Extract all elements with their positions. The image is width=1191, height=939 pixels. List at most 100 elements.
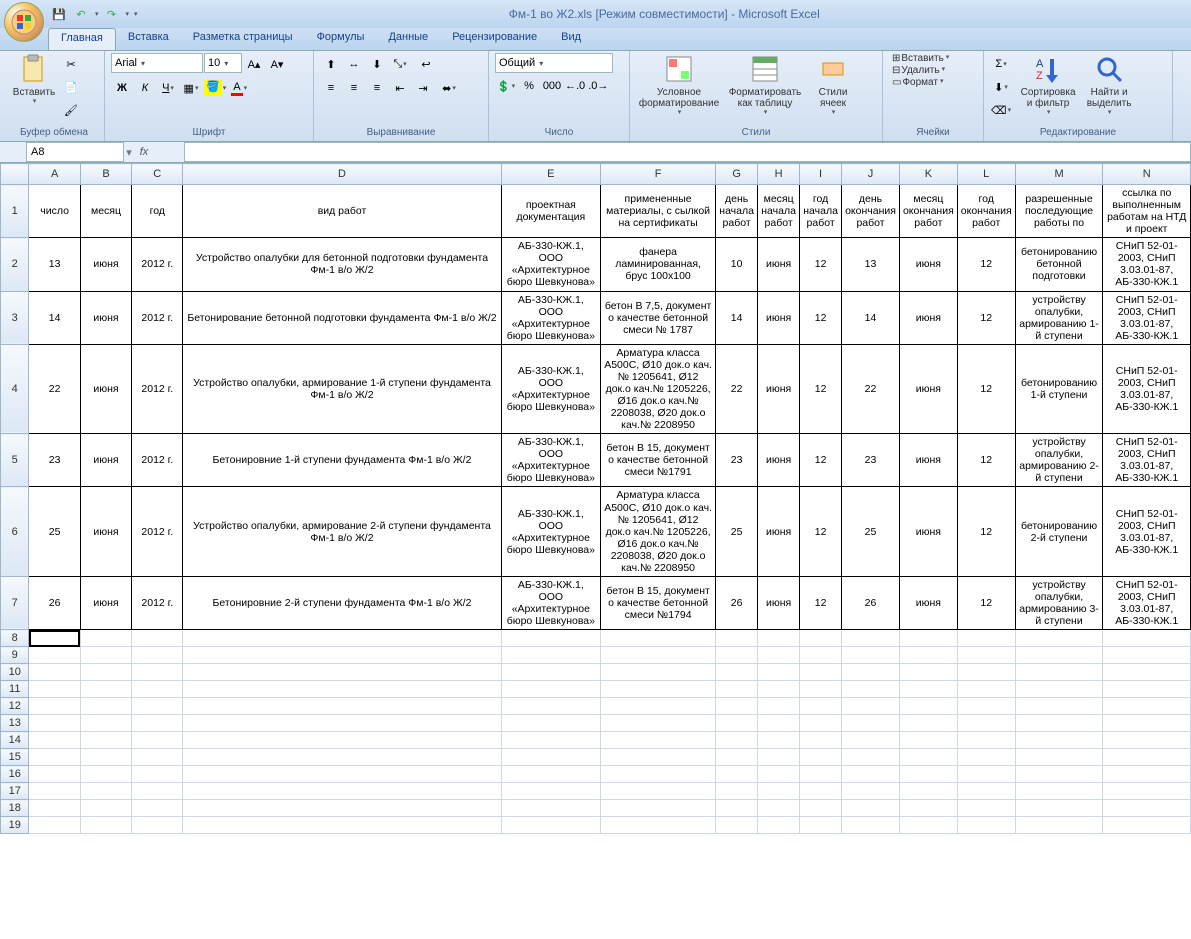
tab-3[interactable]: Формулы [305,28,377,50]
empty-cell[interactable] [758,732,800,749]
empty-cell[interactable] [132,715,183,732]
row-header-6[interactable]: 6 [1,487,29,576]
data-cell[interactable]: Устройство опалубки, армирование 1-й сту… [183,344,501,433]
empty-cell[interactable] [899,630,957,647]
empty-cell[interactable] [80,681,131,698]
data-cell[interactable]: 22 [716,344,758,433]
empty-cell[interactable] [800,715,842,732]
indent-increase-icon[interactable]: ⇥ [412,77,434,99]
font-size-combo[interactable]: 10▾ [204,53,242,73]
empty-cell[interactable] [800,664,842,681]
empty-cell[interactable] [842,715,900,732]
row-header-4[interactable]: 4 [1,344,29,433]
data-cell[interactable]: бетонированию 2-й ступени [1015,487,1103,576]
data-cell[interactable]: 12 [957,434,1015,487]
data-cell[interactable]: 12 [957,576,1015,629]
col-header-F[interactable]: F [601,164,716,185]
data-cell[interactable]: 25 [842,487,900,576]
data-cell[interactable]: июня [758,576,800,629]
tab-4[interactable]: Данные [376,28,440,50]
table-header-cell[interactable]: проектная документация [501,185,600,238]
data-cell[interactable]: 2012 г. [132,487,183,576]
undo-icon[interactable]: ↶ [72,5,90,23]
data-cell[interactable]: 12 [800,434,842,487]
empty-cell[interactable] [501,698,600,715]
col-header-J[interactable]: J [842,164,900,185]
empty-cell[interactable] [501,766,600,783]
empty-cell[interactable] [716,800,758,817]
empty-cell[interactable] [29,664,80,681]
row-header-10[interactable]: 10 [1,664,29,681]
data-cell[interactable]: 2012 г. [132,434,183,487]
empty-cell[interactable] [501,681,600,698]
empty-cell[interactable] [716,766,758,783]
empty-cell[interactable] [842,732,900,749]
row-header-9[interactable]: 9 [1,647,29,664]
empty-cell[interactable] [80,783,131,800]
data-cell[interactable]: июня [758,344,800,433]
empty-cell[interactable] [1015,817,1103,834]
empty-cell[interactable] [132,664,183,681]
table-header-cell[interactable]: день начала работ [716,185,758,238]
data-cell[interactable]: бетонированию бетонной подготовки [1015,238,1103,291]
data-cell[interactable]: фанера ламинированная, брус 100х100 [601,238,716,291]
empty-cell[interactable] [501,800,600,817]
empty-cell[interactable] [601,766,716,783]
row-header-13[interactable]: 13 [1,715,29,732]
table-header-cell[interactable]: примененные материалы, с сылкой на серти… [601,185,716,238]
empty-cell[interactable] [716,630,758,647]
data-cell[interactable]: июня [80,344,131,433]
data-cell[interactable]: 2012 г. [132,238,183,291]
data-cell[interactable]: 10 [716,238,758,291]
fx-icon[interactable]: fx [134,146,154,158]
data-cell[interactable]: бетон В 15, документ о качестве бетонной… [601,434,716,487]
empty-cell[interactable] [716,749,758,766]
align-bottom-icon[interactable]: ⬇ [366,53,388,75]
empty-cell[interactable] [601,783,716,800]
data-cell[interactable]: 26 [716,576,758,629]
empty-cell[interactable] [132,766,183,783]
empty-cell[interactable] [842,783,900,800]
empty-cell[interactable] [716,715,758,732]
empty-cell[interactable] [1103,681,1191,698]
empty-cell[interactable] [132,783,183,800]
empty-cell[interactable] [899,647,957,664]
empty-cell[interactable] [842,664,900,681]
data-cell[interactable]: Арматура класса А500С, Ø10 док.о кач.№ 1… [601,344,716,433]
empty-cell[interactable] [183,817,501,834]
data-cell[interactable]: июня [899,434,957,487]
data-cell[interactable]: июня [899,238,957,291]
empty-cell[interactable] [1103,732,1191,749]
empty-cell[interactable] [842,698,900,715]
empty-cell[interactable] [1103,749,1191,766]
empty-cell[interactable] [899,817,957,834]
data-cell[interactable]: 22 [842,344,900,433]
empty-cell[interactable] [1103,783,1191,800]
formula-input[interactable] [184,142,1191,162]
empty-cell[interactable] [601,647,716,664]
empty-cell[interactable] [1015,664,1103,681]
data-cell[interactable]: июня [758,291,800,344]
table-header-cell[interactable]: вид работ [183,185,501,238]
shrink-font-icon[interactable]: A▾ [266,53,288,75]
comma-icon[interactable]: 000 [541,75,563,97]
row-header-2[interactable]: 2 [1,238,29,291]
orientation-icon[interactable]: ⤡▾ [389,53,411,75]
empty-cell[interactable] [1015,630,1103,647]
data-cell[interactable]: 14 [842,291,900,344]
italic-icon[interactable]: К [134,77,156,99]
empty-cell[interactable] [957,766,1015,783]
empty-cell[interactable] [601,664,716,681]
office-button[interactable] [4,2,44,42]
empty-cell[interactable] [132,681,183,698]
empty-cell[interactable] [800,800,842,817]
empty-cell[interactable] [899,766,957,783]
percent-icon[interactable]: % [518,75,540,97]
table-header-cell[interactable]: год начала работ [800,185,842,238]
empty-cell[interactable] [601,630,716,647]
fill-color-icon[interactable]: 🪣▾ [203,77,227,99]
row-header-7[interactable]: 7 [1,576,29,629]
empty-cell[interactable] [132,817,183,834]
data-cell[interactable]: 12 [957,487,1015,576]
empty-cell[interactable] [716,783,758,800]
